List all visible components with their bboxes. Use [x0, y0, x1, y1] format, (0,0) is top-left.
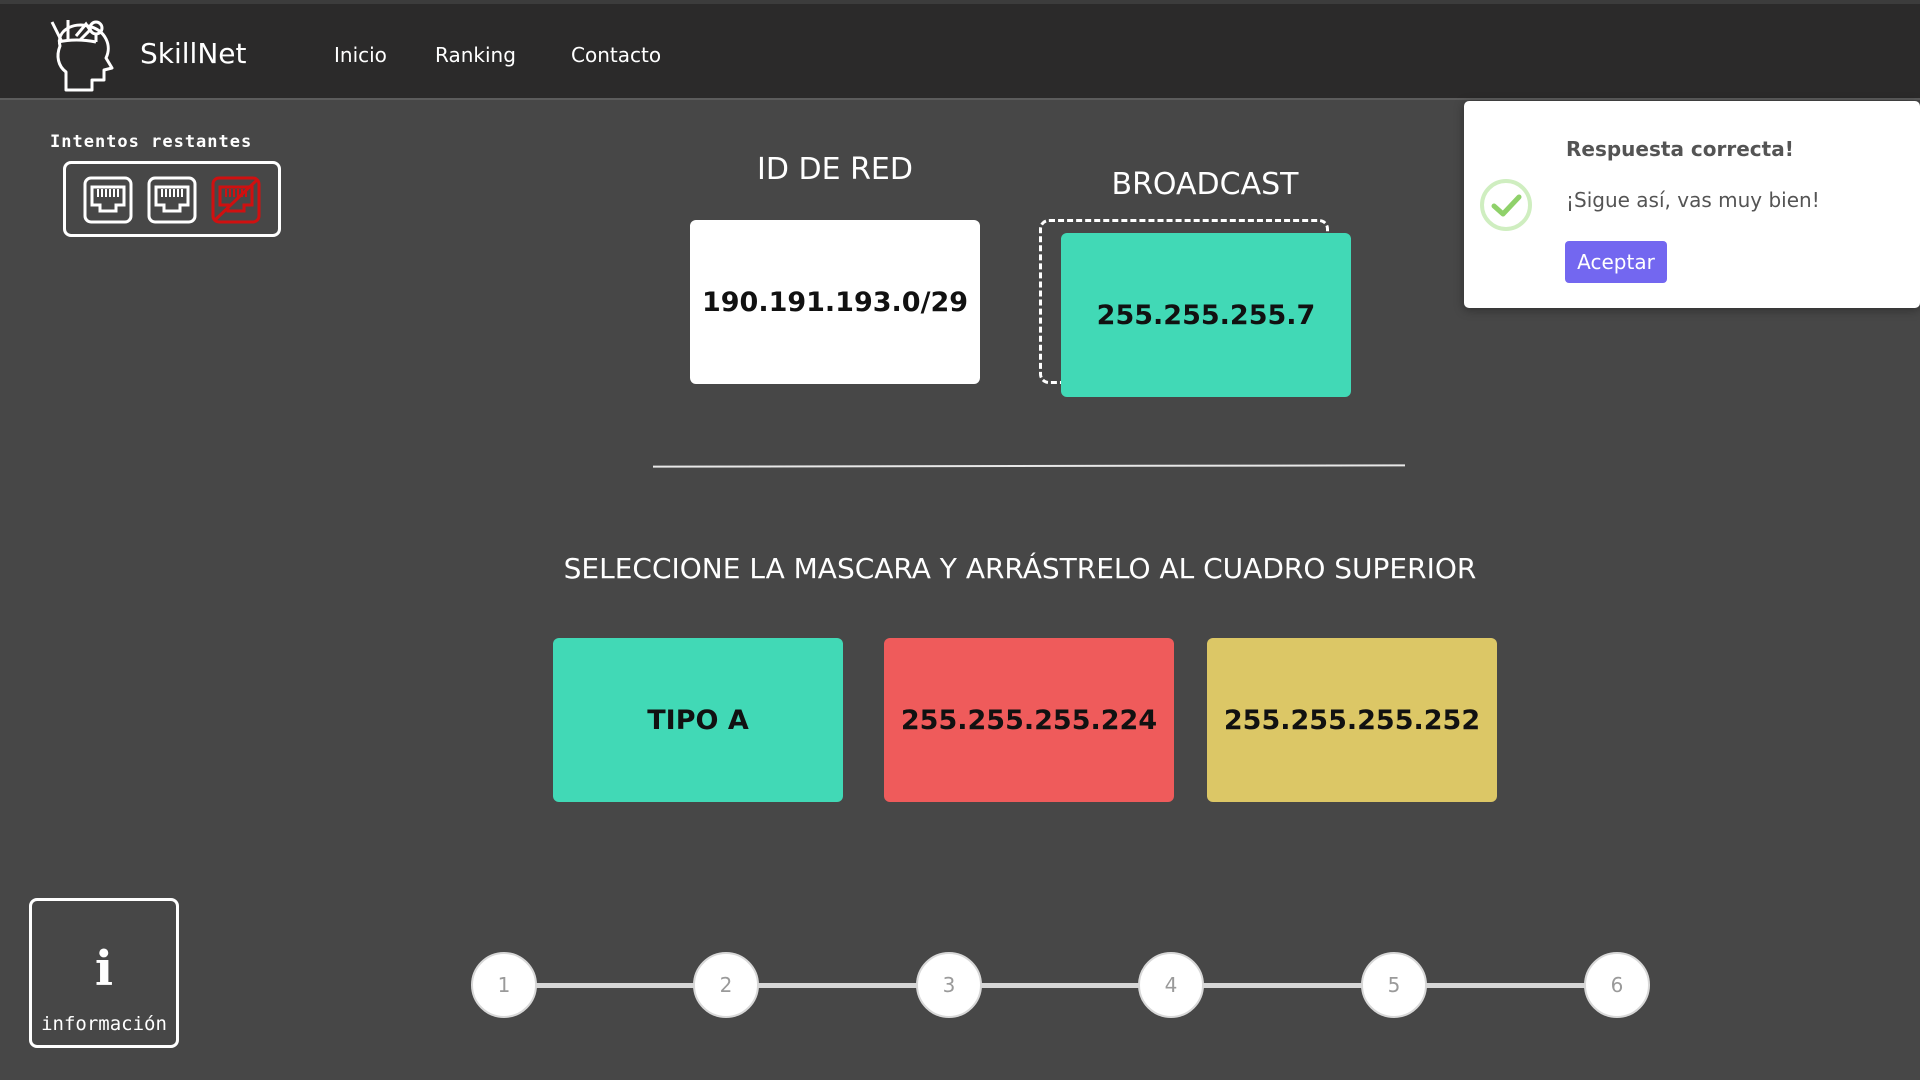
nav-link-inicio[interactable]: Inicio [334, 43, 387, 67]
broadcast-title: BROADCAST [1111, 167, 1299, 202]
ethernet-port-lost-icon [211, 176, 261, 224]
step-circle[interactable]: 6 [1584, 952, 1650, 1018]
brand-name[interactable]: SkillNet [140, 37, 246, 70]
section-divider [652, 464, 1406, 468]
network-id-card: 190.191.193.0/29 [690, 220, 980, 384]
step-circle[interactable]: 2 [693, 952, 759, 1018]
info-icon: i [94, 941, 114, 997]
toast-title: Respuesta correcta! [1566, 137, 1794, 161]
success-check-icon [1480, 179, 1532, 231]
mask-option-card[interactable]: TIPO A [553, 638, 843, 802]
network-id-title: ID DE RED [757, 152, 913, 187]
attempts-indicator [63, 161, 281, 237]
step-circle[interactable]: 4 [1138, 952, 1204, 1018]
toast-message: ¡Sigue así, vas muy bien! [1566, 188, 1820, 212]
step-circle[interactable]: 5 [1361, 952, 1427, 1018]
navbar: SkillNet Inicio Ranking Contacto [0, 0, 1920, 100]
ethernet-port-icon [147, 176, 197, 224]
nav-link-ranking[interactable]: Ranking [435, 43, 516, 67]
instruction-text: SELECCIONE LA MASCARA Y ARRÁSTRELO AL CU… [563, 552, 1477, 585]
step-circle[interactable]: 3 [916, 952, 982, 1018]
info-button-label: información [41, 1013, 167, 1035]
mask-option-card[interactable]: 255.255.255.224 [884, 638, 1174, 802]
accept-button[interactable]: Aceptar [1565, 241, 1667, 283]
nav-link-contacto[interactable]: Contacto [571, 43, 661, 67]
mask-option-card[interactable]: 255.255.255.252 [1207, 638, 1497, 802]
step-circle[interactable]: 1 [471, 952, 537, 1018]
ethernet-port-icon [83, 176, 133, 224]
attempts-label: Intentos restantes [50, 132, 253, 152]
brain-head-logo-icon[interactable] [46, 16, 118, 92]
broadcast-card[interactable]: 255.255.255.7 [1061, 233, 1351, 397]
success-toast: Respuesta correcta! ¡Sigue así, vas muy … [1464, 101, 1920, 308]
info-button[interactable]: i información [29, 898, 179, 1048]
stepper-track [504, 983, 1616, 988]
